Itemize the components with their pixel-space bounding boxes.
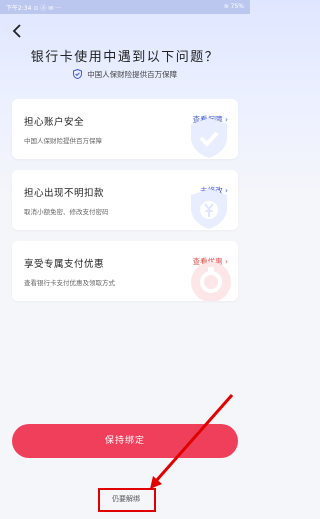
annotation-arrow	[150, 394, 234, 489]
